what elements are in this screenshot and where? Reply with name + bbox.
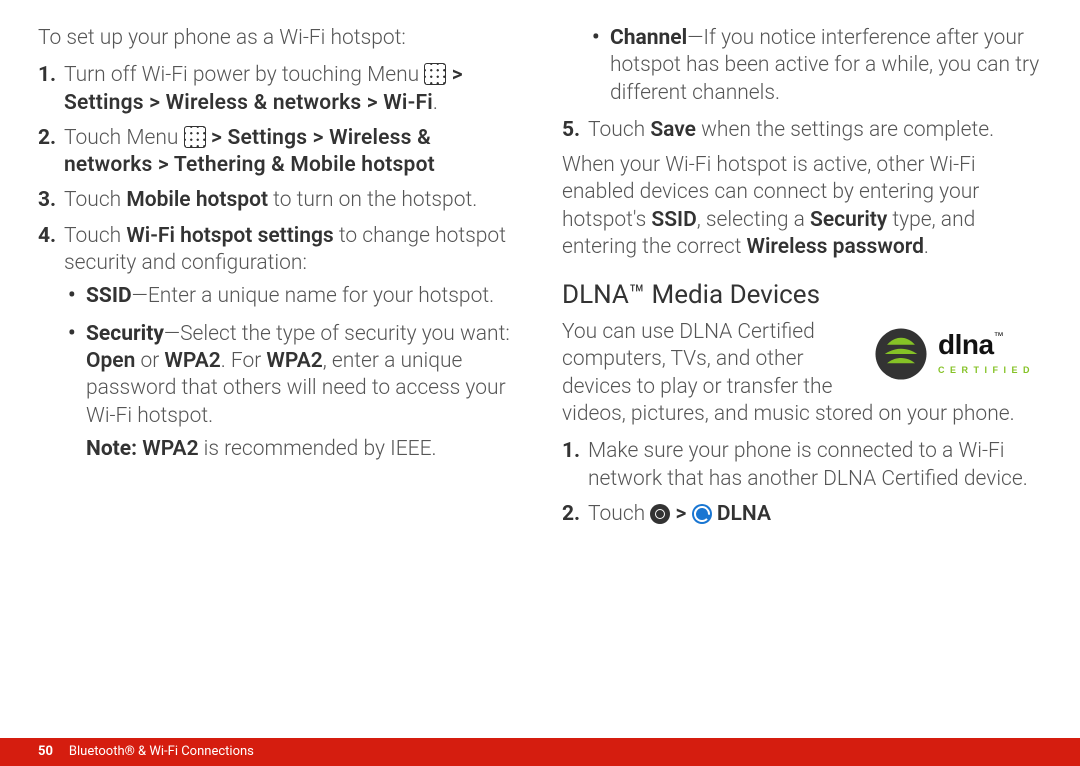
step-1: 1. Turn off Wi-Fi power by touching Menu… [38,62,518,117]
after-password: Wireless password [747,235,924,259]
note-text: is recommended by IEEE. [199,437,437,461]
bullet-security-text-b: —Select the type of security you want: [164,322,510,346]
step-5-text-a: Touch [588,118,650,142]
content-columns: To set up your phone as a Wi-Fi hotspot:… [38,25,1042,715]
dlna-logo-text: dlna™ C E R T I F I E D [938,332,1031,377]
step-3: 3. Touch Mobile hotspot to turn on the h… [38,187,518,214]
step-number: 5. [562,117,580,144]
footer-section-title: Bluetooth® & Wi-Fi Connections [69,744,254,761]
page-footer: 50 Bluetooth® & Wi-Fi Connections [0,738,1080,766]
setup-steps-cont: 5. Touch Save when the settings are comp… [562,117,1042,144]
step-5: 5. Touch Save when the settings are comp… [562,117,1042,144]
after-d: . [924,235,929,259]
after-security: Security [810,208,887,232]
dlna-app-icon [692,504,712,524]
step-1-text-a: Turn off Wi-Fi power by touching Menu [64,63,424,87]
open-label: Open [86,349,135,373]
step-4: 4. Touch Wi-Fi hotspot settings to chang… [38,223,518,463]
menu-icon [424,63,446,85]
page-number: 50 [38,744,53,761]
dlna-steps: 1. Make sure your phone is connected to … [562,438,1042,528]
step-4-text-a: Touch [64,224,126,248]
step-5-text-c: when the settings are complete. [696,118,994,142]
dlna-app-label: DLNA [712,502,771,526]
bullet-security-label: Security [86,322,164,346]
dlna-step-2-gt: > [670,502,691,526]
dlna-step-1-text: Make sure your phone is connected to a W… [588,439,1028,490]
or-text: or [135,349,164,373]
step-number: 2. [38,125,56,152]
save-label: Save [650,118,696,142]
wpa2-label-2: WPA2 [266,349,322,373]
bullet-ssid-label: SSID [86,284,132,308]
bullet-channel-label: Channel [610,26,687,50]
bullet-ssid-text: —Enter a unique name for your hotspot. [132,284,494,308]
manual-page: To set up your phone as a Wi-Fi hotspot:… [0,0,1080,766]
note-label: Note: [86,437,142,461]
step-1-end: . [433,91,438,115]
step-number: 3. [38,187,56,214]
intro-text: To set up your phone as a Wi-Fi hotspot: [38,25,518,52]
wpa2-label: WPA2 [164,349,220,373]
column-left: To set up your phone as a Wi-Fi hotspot:… [38,25,518,715]
home-icon [650,504,670,524]
step-2: 2. Touch Menu > Settings > Wireless & ne… [38,125,518,180]
step-2-gt: > [206,126,228,150]
dlna-brand: dlna [938,329,994,360]
dlna-certified-logo: dlna™ C E R T I F I E D [872,319,1042,389]
afterward-paragraph: When your Wi-Fi hotspot is active, other… [562,152,1042,261]
dlna-heading: DLNA™ Media Devices [562,279,1042,313]
step-1-gt: > [446,63,463,87]
continued-bullets: Channel—If you notice interference after… [562,25,1042,107]
dlna-certified-text: C E R T I F I E D [938,365,1031,375]
step-4-bullets: SSID—Enter a unique name for your hotspo… [64,283,518,463]
after-b: , selecting a [697,208,810,232]
step-number: 1. [38,62,56,89]
bullet-security: Security—Select the type of security you… [64,321,518,463]
dlna-logo-icon [872,325,930,383]
dlna-intro-paragraph: dlna™ C E R T I F I E D You can use DLNA… [562,319,1042,428]
bullet-channel: Channel—If you notice interference after… [588,25,1042,107]
column-right: Channel—If you notice interference after… [562,25,1042,715]
dlna-step-2-text-a: Touch [588,502,650,526]
step-number: 4. [38,223,56,250]
step-2-text-a: Touch Menu [64,126,184,150]
note-wpa2: WPA2 [142,437,198,461]
step-1-path: Settings > Wireless & networks > Wi-Fi [64,91,433,115]
bullet-security-text-c: . For [221,349,267,373]
dlna-step-1: 1. Make sure your phone is connected to … [562,438,1042,493]
step-number: 2. [562,501,580,528]
setup-steps: 1. Turn off Wi-Fi power by touching Menu… [38,62,518,463]
wpa2-note: Note: WPA2 is recommended by IEEE. [86,436,518,463]
step-3-text-a: Touch [64,188,126,212]
step-3-bold: Mobile hotspot [126,188,268,212]
menu-icon [184,126,206,148]
after-ssid: SSID [651,208,696,232]
step-3-text-c: to turn on the hotspot. [268,188,477,212]
dlna-step-2: 2. Touch > DLNA [562,501,1042,528]
step-number: 1. [562,438,580,465]
step-4-bold: Wi-Fi hotspot settings [126,224,333,248]
tm-mark: ™ [994,331,1004,342]
bullet-ssid: SSID—Enter a unique name for your hotspo… [64,283,518,310]
